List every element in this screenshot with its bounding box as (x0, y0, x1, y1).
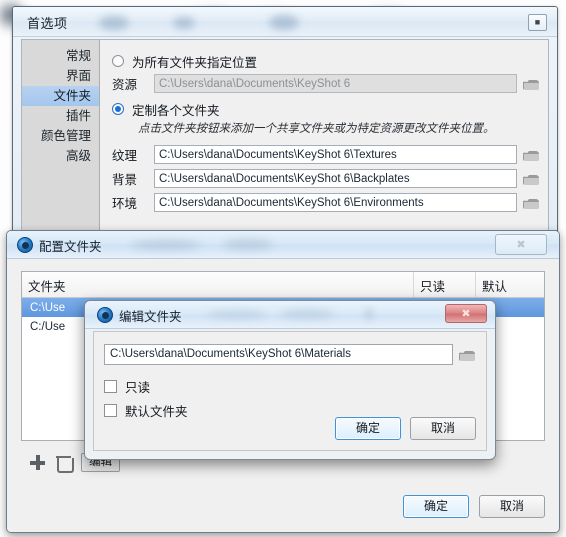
radio-icon-all-folders[interactable] (112, 55, 124, 67)
folder-icon-resource[interactable] (523, 77, 540, 91)
edit-body: C:\Users\dana\Documents\KeyShot 6\Materi… (93, 331, 487, 451)
folder-path-input[interactable]: C:\Users\dana\Documents\KeyShot 6\Materi… (104, 344, 453, 365)
radio-label-all-folders: 为所有文件夹指定位置 (132, 55, 258, 70)
radio-option-custom-folders[interactable]: 定制各个文件夹 (112, 98, 540, 120)
folder-icon-textures[interactable] (523, 148, 540, 162)
checkbox-readonly[interactable] (104, 379, 117, 393)
checkbox-row-readonly[interactable]: 只读 (104, 375, 476, 397)
resource-path-row: 资源 C:\Users\dana\Documents\KeyShot 6 (112, 74, 540, 93)
radio-option-all-folders[interactable]: 为所有文件夹指定位置 (112, 50, 540, 72)
cancel-button[interactable]: 取消 (479, 495, 545, 518)
keyshot-icon (97, 307, 113, 323)
configure-title-blurred-region (127, 238, 357, 252)
sidebar-item-color-management[interactable]: 颜色管理 (22, 126, 99, 146)
checkbox-label-readonly: 只读 (125, 380, 151, 395)
preferences-title: 首选项 (27, 16, 68, 31)
folders-pane: 为所有文件夹指定位置 资源 C:\Users\dana\Documents\Ke… (100, 40, 548, 230)
resource-path-input[interactable]: C:\Users\dana\Documents\KeyShot 6 (154, 74, 517, 93)
sidebar-item-advanced[interactable]: 高级 (22, 146, 99, 166)
sidebar-item-folders[interactable]: 文件夹 (22, 86, 99, 106)
preferences-window: 首选项 ■ 常规 界面 文件夹 插件 颜色管理 高级 为所有文件夹指定位置 资源… (12, 6, 558, 231)
folders-table-header: 文件夹 只读 默认 (22, 272, 544, 298)
environments-path-input[interactable]: C:\Users\dana\Documents\KeyShot 6\Enviro… (154, 193, 517, 212)
close-icon[interactable]: ■ (528, 14, 547, 31)
close-icon[interactable]: ✖ (495, 234, 547, 255)
checkbox-label-default-folder: 默认文件夹 (125, 404, 188, 419)
edit-title: 编辑文件夹 (119, 310, 182, 324)
backplates-label: 背景 (112, 173, 138, 187)
environments-path-row: 环境 C:\Users\dana\Documents\KeyShot 6\Env… (112, 193, 540, 212)
textures-path-input[interactable]: C:\Users\dana\Documents\KeyShot 6\Textur… (154, 145, 517, 164)
preferences-body: 常规 界面 文件夹 插件 颜色管理 高级 为所有文件夹指定位置 资源 C:\Us… (21, 39, 549, 230)
edit-title-blurred-region (207, 308, 387, 321)
title-bar-blurred-region (91, 15, 411, 31)
resource-label: 资源 (112, 78, 138, 92)
checkbox-default-folder[interactable] (104, 403, 117, 417)
configure-footer: 确定 取消 (403, 495, 545, 518)
column-header-readonly: 只读 (414, 272, 476, 297)
textures-label: 纹理 (112, 149, 138, 163)
cancel-button[interactable]: 取消 (410, 417, 476, 440)
backplates-path-input[interactable]: C:\Users\dana\Documents\KeyShot 6\Backpl… (154, 169, 517, 188)
environments-label: 环境 (112, 197, 138, 211)
column-header-default: 默认 (482, 280, 508, 294)
screen: 首选项 ■ 常规 界面 文件夹 插件 颜色管理 高级 为所有文件夹指定位置 资源… (0, 0, 566, 537)
configure-title-bar[interactable]: 配置文件夹 ✖ (7, 231, 559, 259)
ok-button[interactable]: 确定 (335, 417, 401, 440)
sidebar-item-interface[interactable]: 界面 (22, 66, 99, 86)
edit-title-bar[interactable]: 编辑文件夹 ✖ (85, 301, 495, 329)
edit-footer: 确定 取消 (335, 417, 476, 440)
folders-hint-text: 点击文件夹按钮来添加一个共享文件夹或为特定资源更改文件夹位置。 (138, 123, 495, 135)
configure-title: 配置文件夹 (39, 240, 102, 254)
plus-icon[interactable] (29, 454, 46, 471)
ok-button[interactable]: 确定 (403, 495, 469, 518)
backplates-path-row: 背景 C:\Users\dana\Documents\KeyShot 6\Bac… (112, 169, 540, 188)
textures-path-row: 纹理 C:\Users\dana\Documents\KeyShot 6\Tex… (112, 145, 540, 164)
folder-icon-environments[interactable] (523, 196, 540, 210)
radio-label-custom-folders: 定制各个文件夹 (132, 103, 220, 118)
preferences-title-bar[interactable]: 首选项 ■ (13, 7, 557, 37)
column-header-folder: 文件夹 (22, 272, 414, 297)
folder-icon-backplates[interactable] (523, 172, 540, 186)
folder-icon-browse[interactable] (459, 348, 476, 362)
radio-icon-custom-folders[interactable] (112, 103, 124, 115)
sidebar-item-general[interactable]: 常规 (22, 46, 99, 66)
edit-path-row: C:\Users\dana\Documents\KeyShot 6\Materi… (104, 344, 476, 365)
edit-folder-window: 编辑文件夹 ✖ C:\Users\dana\Documents\KeyShot … (84, 300, 496, 460)
preferences-sidebar: 常规 界面 文件夹 插件 颜色管理 高级 (22, 40, 100, 230)
keyshot-icon (17, 237, 33, 253)
close-icon[interactable]: ✖ (445, 304, 487, 323)
trash-icon[interactable] (56, 454, 74, 473)
sidebar-item-plugins[interactable]: 插件 (22, 106, 99, 126)
